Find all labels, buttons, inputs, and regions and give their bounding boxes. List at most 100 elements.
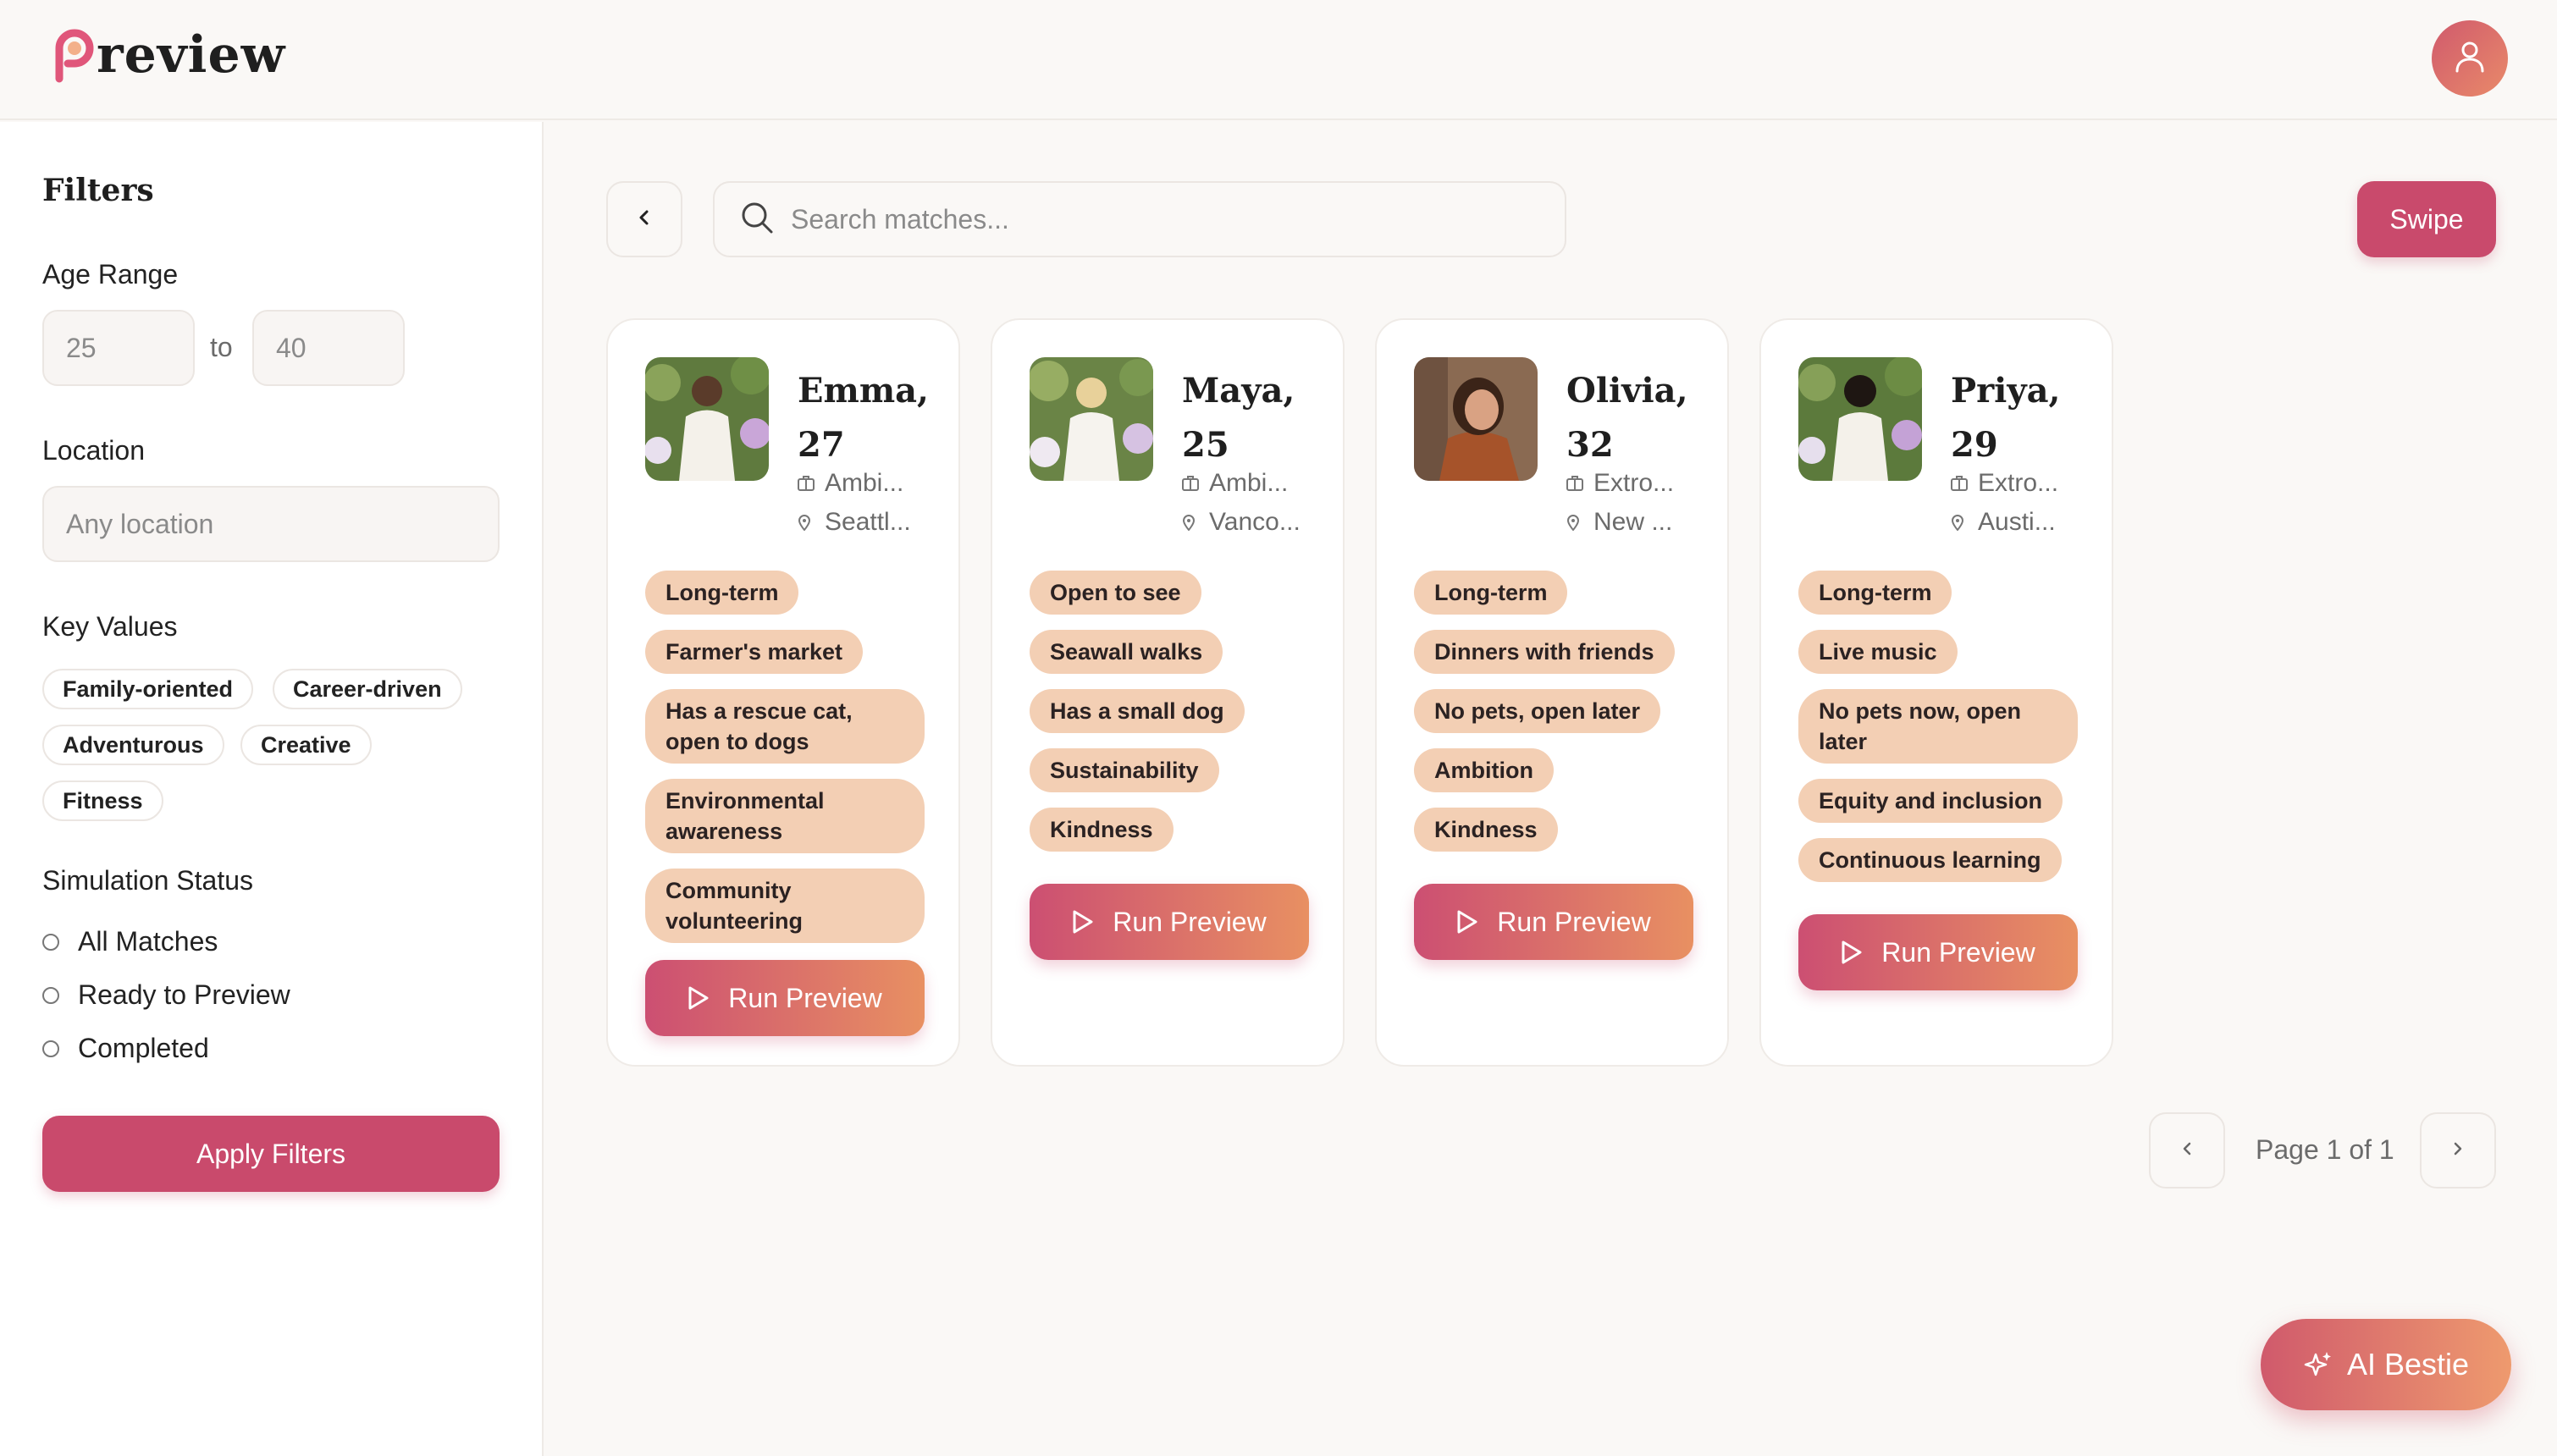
match-card[interactable]: Maya, 25 Ambi... Vanco... Open to see Se… (991, 318, 1345, 1067)
filters-sidebar: Filters Age Range 25 to 40 Location Any … (0, 122, 544, 1456)
interest-tag: Long-term (645, 571, 799, 615)
profile-photo (1030, 357, 1153, 481)
key-value-chip[interactable]: Career-driven (273, 669, 462, 709)
interest-tag: No pets now, open later (1798, 689, 2078, 764)
status-radio-ready[interactable]: Ready to Preview (42, 979, 290, 1011)
play-icon (1456, 909, 1478, 935)
interest-tag: Sustainability (1030, 748, 1219, 792)
interest-tag: Equity and inclusion (1798, 779, 2063, 823)
match-tags: Long-term Live music No pets now, open l… (1798, 571, 2078, 990)
interest-tag: Open to see (1030, 571, 1201, 615)
match-location-text: Austi... (1978, 508, 2056, 536)
match-name-text: Maya, (1182, 371, 1295, 411)
interest-tag: Kindness (1414, 808, 1558, 852)
match-tags: Long-term Farmer's market Has a rescue c… (645, 571, 925, 1036)
profile-photo (1798, 357, 1922, 481)
match-location: Seattl... (798, 508, 911, 537)
run-preview-button[interactable]: Run Preview (1414, 884, 1693, 960)
run-preview-label: Run Preview (728, 982, 882, 1013)
location-label: Location (42, 435, 145, 466)
run-preview-button[interactable]: Run Preview (1030, 884, 1309, 960)
chevron-right-icon (2449, 1140, 2466, 1161)
match-name: Priya, 29 (1951, 364, 2103, 472)
run-preview-label: Run Preview (1113, 906, 1267, 937)
key-value-chip[interactable]: Family-oriented (42, 669, 254, 709)
radio-circle-icon (42, 933, 59, 951)
status-radio-label: All Matches (78, 926, 218, 957)
run-preview-button[interactable]: Run Preview (645, 960, 925, 1036)
match-location-text: Vanco... (1209, 508, 1301, 536)
match-name-text: Emma, (798, 371, 929, 411)
match-location-text: Seattl... (825, 508, 911, 536)
interest-tag: Long-term (1798, 571, 1952, 615)
play-icon (1841, 940, 1863, 965)
match-location: New ... (1566, 508, 1672, 537)
match-personality-text: Extro... (1978, 469, 2059, 497)
age-min-input[interactable]: 25 (42, 310, 195, 386)
briefcase-icon (1566, 476, 1585, 491)
interest-tag: Seawall walks (1030, 630, 1223, 674)
interest-tag: Continuous learning (1798, 838, 2062, 882)
briefcase-icon (798, 476, 816, 491)
search-bar[interactable] (713, 181, 1566, 257)
back-button[interactable] (606, 181, 682, 257)
filters-title: Filters (42, 173, 154, 208)
interest-tag: Has a small dog (1030, 689, 1245, 733)
key-value-chip[interactable]: Fitness (42, 780, 163, 821)
logo-mark-icon (52, 26, 95, 84)
interest-tag: Ambition (1414, 748, 1554, 792)
match-location: Vanco... (1182, 508, 1301, 537)
run-preview-button[interactable]: Run Preview (1798, 914, 2078, 990)
status-radio-all[interactable]: All Matches (42, 926, 218, 957)
match-location: Austi... (1951, 508, 2056, 537)
match-name: Maya, 25 (1182, 364, 1334, 472)
play-icon (688, 985, 710, 1011)
match-name: Emma, 27 (798, 364, 950, 472)
profile-button[interactable] (2432, 20, 2508, 97)
match-name: Olivia, 32 (1566, 364, 1719, 472)
top-header: review (0, 0, 2557, 120)
interest-tag: Live music (1798, 630, 1958, 674)
match-personality-text: Extro... (1593, 469, 1675, 497)
match-location-text: New ... (1593, 508, 1673, 536)
age-max-input[interactable]: 40 (252, 310, 405, 386)
ai-bestie-button[interactable]: AI Bestie (2261, 1319, 2511, 1410)
key-value-chip[interactable]: Creative (240, 725, 372, 765)
match-card[interactable]: Olivia, 32 Extro... New ... Long-term Di… (1375, 318, 1729, 1067)
match-personality-text: Ambi... (825, 469, 904, 497)
simulation-status-label: Simulation Status (42, 865, 254, 896)
status-radio-label: Ready to Preview (78, 979, 290, 1010)
match-name-text: Priya, (1951, 371, 2061, 411)
interest-tag: Kindness (1030, 808, 1174, 852)
swipe-button[interactable]: Swipe (2357, 181, 2496, 257)
app-logo[interactable]: review (52, 25, 285, 85)
run-preview-label: Run Preview (1497, 906, 1651, 937)
apply-filters-button[interactable]: Apply Filters (42, 1116, 500, 1192)
match-card[interactable]: Priya, 29 Extro... Austi... Long-term Li… (1759, 318, 2113, 1067)
run-preview-label: Run Preview (1881, 936, 2035, 968)
interest-tag: Community volunteering (645, 869, 925, 943)
match-personality-text: Ambi... (1209, 469, 1289, 497)
search-input[interactable] (791, 203, 1536, 235)
briefcase-icon (1951, 476, 1969, 491)
map-pin-icon (1566, 514, 1585, 531)
sparkles-icon (2303, 1349, 2333, 1380)
page-indicator: Page 1 of 1 (2256, 1134, 2394, 1165)
prev-page-button[interactable] (2149, 1112, 2225, 1189)
status-radio-completed[interactable]: Completed (42, 1033, 209, 1064)
key-value-chip[interactable]: Adventurous (42, 725, 224, 765)
match-personality: Ambi... (1182, 469, 1288, 498)
match-personality: Extro... (1951, 469, 2058, 498)
match-card[interactable]: Emma, 27 Ambi... Seattl... Long-term Far… (606, 318, 960, 1067)
match-personality: Ambi... (798, 469, 903, 498)
radio-circle-icon (42, 986, 59, 1004)
location-input[interactable]: Any location (42, 486, 500, 562)
age-to-label: to (210, 332, 233, 362)
match-tags: Open to see Seawall walks Has a small do… (1030, 571, 1309, 960)
match-name-text: Olivia, (1566, 371, 1688, 411)
map-pin-icon (798, 514, 816, 531)
map-pin-icon (1182, 514, 1201, 531)
chevron-left-icon (635, 208, 654, 231)
next-page-button[interactable] (2420, 1112, 2496, 1189)
match-age: 32 (1566, 425, 1614, 465)
